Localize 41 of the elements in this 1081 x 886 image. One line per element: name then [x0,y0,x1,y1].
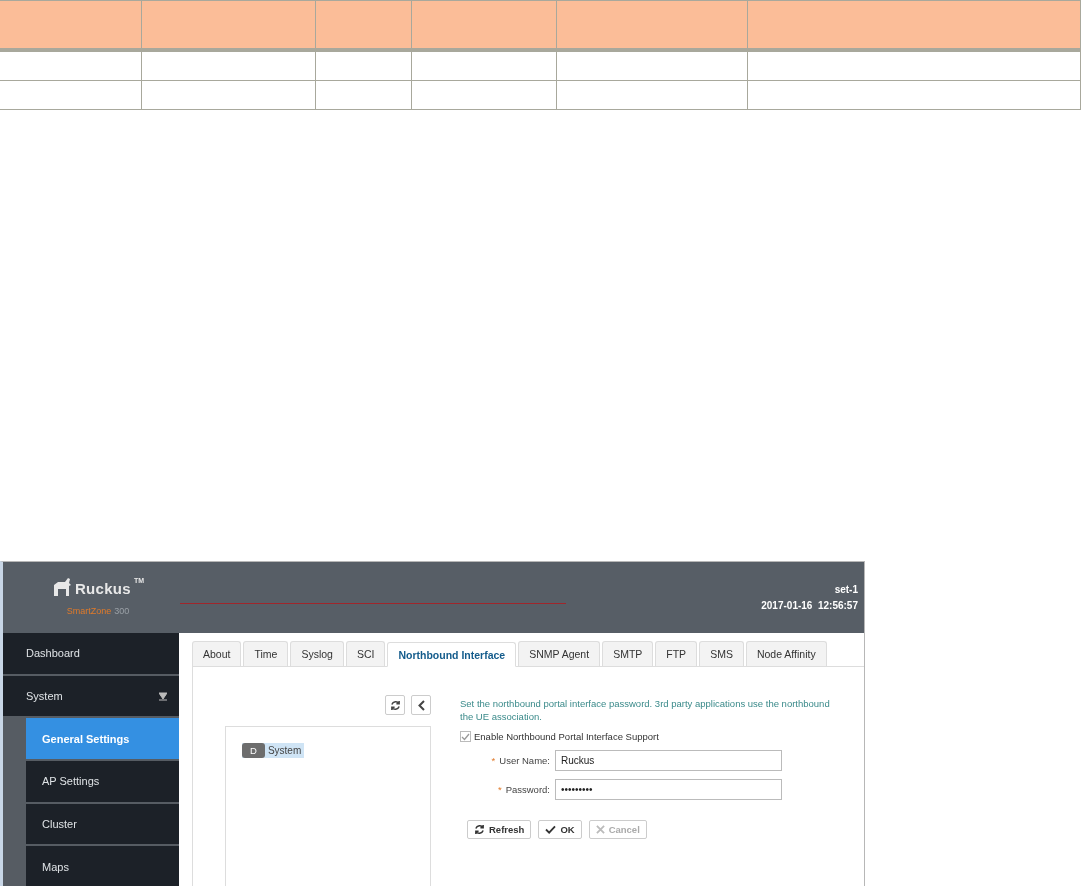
tab[interactable]: Time [243,641,289,666]
tab[interactable]: SMS [699,641,744,666]
collapse-button[interactable] [411,695,431,715]
sidebar-subitem[interactable]: AP Settings [26,761,179,802]
host-name: set-1 [834,584,858,595]
date-time: 2017-01-16 12:56:57 [761,600,858,611]
tab[interactable]: SCI [345,641,386,666]
refresh-icon [474,824,485,835]
domain-badge: D [242,743,265,758]
tab[interactable]: SNMP Agent [518,641,601,666]
chevron-left-icon [417,699,425,711]
close-icon [595,825,605,834]
tab[interactable]: FTP [655,641,698,666]
check-icon [545,825,557,834]
field-label: * User Name: [490,755,551,766]
input-field[interactable]: Ruckus [555,750,782,771]
tab[interactable]: About [192,641,242,666]
product-model: 300 [114,606,130,616]
tab[interactable]: SMTP [602,641,654,666]
sidebar-item[interactable]: Dashboard [3,633,179,674]
sidebar-item[interactable]: System [3,675,179,717]
refresh-button[interactable] [385,695,405,715]
tab[interactable]: Node Affinity [745,641,827,666]
sidebar-subitem[interactable]: Maps [26,846,179,886]
brand-name: Ruckus [74,580,131,597]
product-name: SmartZone [66,606,112,616]
field-label: * Password: [496,784,551,795]
input-field[interactable]: ••••••••• [555,779,782,800]
refresh-icon [389,699,401,711]
checkbox[interactable] [460,731,471,742]
description-text: Set the northbound portal interface password. 3rd party applications use the northbound [460,697,831,710]
refresh-button[interactable]: Refresh [467,820,532,839]
tab[interactable]: Syslog [290,641,344,666]
tab[interactable]: Northbound Interface [387,642,517,667]
sidebar-subitem[interactable]: Cluster [26,803,179,845]
checkbox-label: Enable Northbound Portal Interface Support [474,731,659,742]
dog-logo-icon [51,577,72,597]
description-text: the UE association. [460,710,543,723]
tree-item[interactable]: D System [242,743,305,758]
ok-button[interactable]: OK [538,820,582,839]
caret-down-icon [159,691,167,701]
